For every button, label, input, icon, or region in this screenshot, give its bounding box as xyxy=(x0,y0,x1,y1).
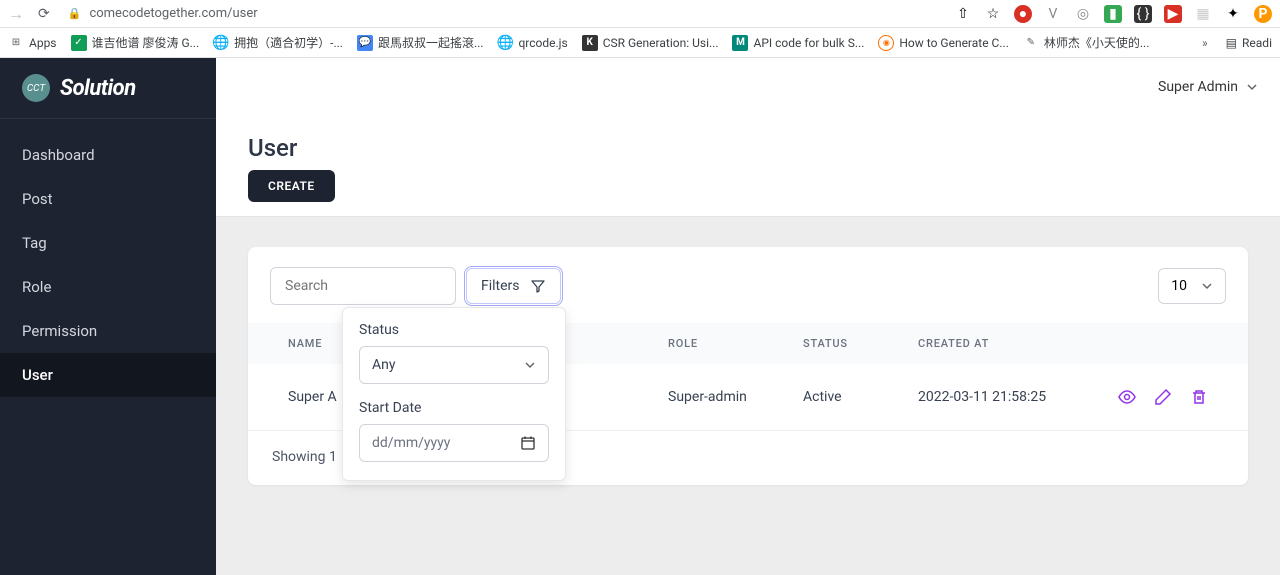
bookmark-icon: M xyxy=(732,35,748,51)
filters-panel: Status Any Start Date dd/mm/yyyy xyxy=(342,307,566,481)
sidebar: CCT Solution Dashboard Post Tag Role Per… xyxy=(0,58,216,575)
chevron-down-icon xyxy=(524,359,536,371)
ext-icon-7[interactable]: ▦ xyxy=(1194,5,1212,23)
bookmark-item[interactable]: 🌐 拥抱（適合初学）-... xyxy=(213,34,343,51)
date-placeholder: dd/mm/yyyy xyxy=(372,435,450,451)
status-label: Status xyxy=(359,322,549,338)
row-actions xyxy=(1078,388,1208,406)
user-name: Super Admin xyxy=(1158,79,1238,95)
bookmark-icon: K xyxy=(582,35,598,51)
main-content: Super Admin User CREATE Filters 10 xyxy=(216,58,1280,575)
delete-icon[interactable] xyxy=(1190,388,1208,406)
bookmarks-bar: ⊞ Apps ✓ 谁吉他谱 廖俊涛 G... 🌐 拥抱（適合初学）-... 💬 … xyxy=(0,28,1280,58)
bookmark-apps[interactable]: ⊞ Apps xyxy=(8,35,57,51)
bookmark-item[interactable]: K CSR Generation: Usi... xyxy=(582,35,719,51)
extensions-icon[interactable]: ✦ xyxy=(1224,5,1242,23)
filter-icon xyxy=(530,278,546,294)
th-created: CREATED AT xyxy=(918,337,1078,350)
logo-badge: CCT xyxy=(22,74,50,102)
logo[interactable]: CCT Solution xyxy=(0,58,216,119)
bookmark-icon: ◉ xyxy=(878,35,894,51)
reading-list-icon: ▤ xyxy=(1226,36,1237,50)
globe-icon: 🌐 xyxy=(213,35,229,51)
bookmark-icon: 💬 xyxy=(357,35,373,51)
page-header: User CREATE xyxy=(216,116,1280,217)
edit-icon[interactable] xyxy=(1154,388,1172,406)
pen-icon: ✎ xyxy=(1023,35,1039,51)
ext-icon-5[interactable]: { } xyxy=(1134,5,1152,23)
chevron-down-icon xyxy=(1246,81,1258,93)
page-title: User xyxy=(248,134,1248,162)
bookmark-icon: ✓ xyxy=(71,35,87,51)
ext-icon-2[interactable]: V xyxy=(1044,5,1062,23)
status-value: Any xyxy=(372,357,396,373)
more-bookmarks-icon[interactable]: » xyxy=(1202,36,1208,50)
url-text: comecodetogether.com/user xyxy=(89,6,257,21)
sidebar-nav: Dashboard Post Tag Role Permission User xyxy=(0,119,216,397)
start-date-label: Start Date xyxy=(359,400,549,416)
ext-icon-4[interactable]: ▮ xyxy=(1104,5,1122,23)
status-select[interactable]: Any xyxy=(359,346,549,384)
topbar: Super Admin xyxy=(216,58,1280,116)
cell-created: 2022-03-11 21:58:25 xyxy=(918,389,1078,405)
th-role: ROLE xyxy=(668,337,803,350)
sidebar-item-role[interactable]: Role xyxy=(0,265,216,309)
sidebar-item-dashboard[interactable]: Dashboard xyxy=(0,133,216,177)
start-date-input[interactable]: dd/mm/yyyy xyxy=(359,424,549,462)
lock-icon: 🔒 xyxy=(68,7,82,20)
users-card: Filters 10 Status Any Star xyxy=(248,247,1248,485)
page-size-value: 10 xyxy=(1171,278,1187,294)
ext-icon-6[interactable]: ▶ xyxy=(1164,5,1182,23)
logo-text: Solution xyxy=(60,76,136,101)
view-icon[interactable] xyxy=(1118,388,1136,406)
globe-icon: 🌐 xyxy=(497,35,513,51)
sidebar-item-post[interactable]: Post xyxy=(0,177,216,221)
ext-icon-3[interactable]: ◎ xyxy=(1074,5,1092,23)
chevron-down-icon xyxy=(1201,280,1213,292)
bookmark-item[interactable]: ✓ 谁吉他谱 廖俊涛 G... xyxy=(71,34,200,51)
cell-status: Active xyxy=(803,389,918,405)
apps-icon: ⊞ xyxy=(8,35,24,51)
profile-icon[interactable]: P xyxy=(1254,5,1272,23)
reading-list[interactable]: ▤ Readi xyxy=(1226,36,1272,50)
page-size-select[interactable]: 10 xyxy=(1158,268,1226,304)
reload-icon[interactable]: ⟳ xyxy=(38,6,50,22)
share-icon[interactable]: ⇧ xyxy=(954,5,972,23)
create-button[interactable]: CREATE xyxy=(248,170,335,202)
bookmark-item[interactable]: ✎ 林师杰《小天使的... xyxy=(1023,34,1150,51)
th-status: STATUS xyxy=(803,337,918,350)
url-bar[interactable]: 🔒 comecodetogether.com/user xyxy=(62,6,942,21)
filters-label: Filters xyxy=(481,278,520,294)
user-menu[interactable]: Super Admin xyxy=(1158,79,1258,95)
sidebar-item-permission[interactable]: Permission xyxy=(0,309,216,353)
sidebar-item-tag[interactable]: Tag xyxy=(0,221,216,265)
filters-button[interactable]: Filters xyxy=(466,268,561,304)
bookmark-item[interactable]: M API code for bulk S... xyxy=(732,35,864,51)
calendar-icon xyxy=(520,435,536,451)
ext-icon-1[interactable]: ● xyxy=(1014,5,1032,23)
bookmark-item[interactable]: 🌐 qrcode.js xyxy=(497,35,567,51)
bookmark-item[interactable]: ◉ How to Generate C... xyxy=(878,35,1008,51)
cell-role: Super-admin xyxy=(668,389,803,405)
browser-address-bar: → ⟳ 🔒 comecodetogether.com/user ⇧ ☆ ● V … xyxy=(0,0,1280,28)
bookmark-item[interactable]: 💬 跟馬叔叔一起搖滾... xyxy=(357,34,484,51)
forward-icon[interactable]: → xyxy=(8,4,24,24)
star-icon[interactable]: ☆ xyxy=(984,5,1002,23)
sidebar-item-user[interactable]: User xyxy=(0,353,216,397)
search-input[interactable] xyxy=(270,267,456,305)
browser-extensions: ⇧ ☆ ● V ◎ ▮ { } ▶ ▦ ✦ P xyxy=(954,5,1272,23)
